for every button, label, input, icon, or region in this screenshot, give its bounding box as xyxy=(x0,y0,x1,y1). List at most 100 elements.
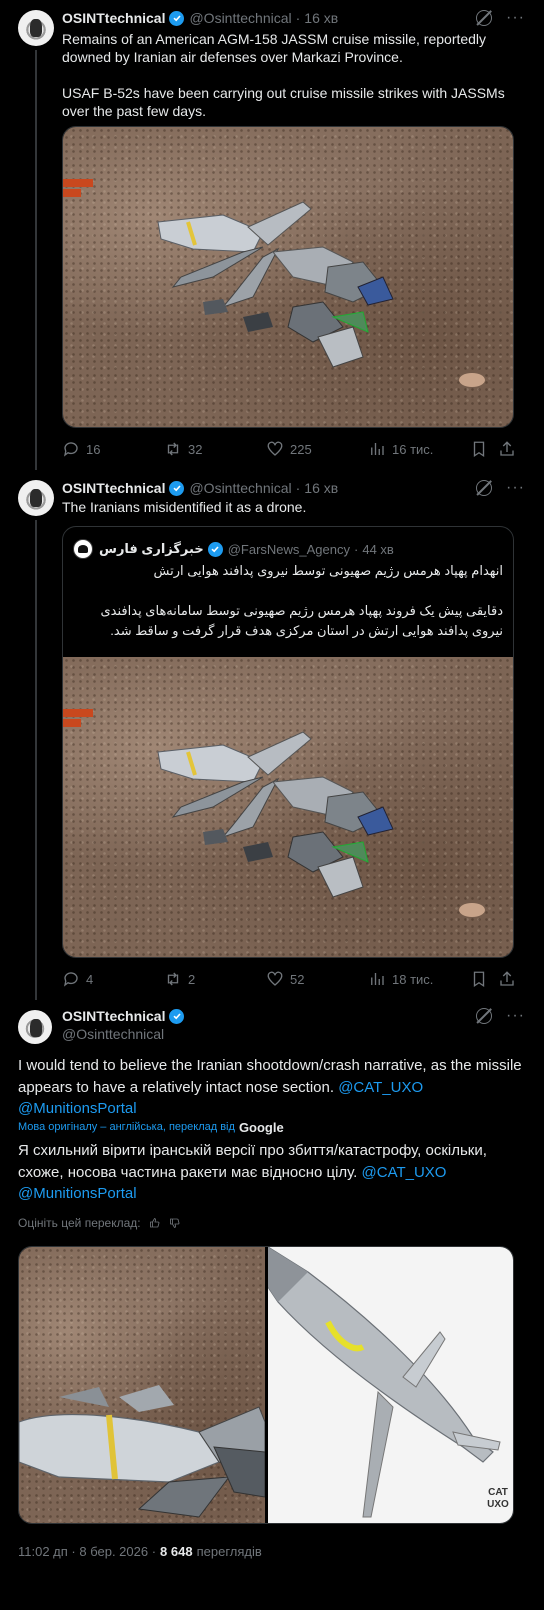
avatar[interactable] xyxy=(18,480,54,516)
tweet-actions: 16 32 225 16 тис. xyxy=(62,440,524,460)
missile-wreckage xyxy=(157,731,394,898)
tweet-footer: 11:02 дп · 8 бер. 2026 · 8 648 перегляді… xyxy=(18,1542,262,1560)
more-options-icon[interactable]: ··· xyxy=(506,10,524,26)
tweet-3: OSINTtechnical @Osinttechnical ··· I wou… xyxy=(0,1000,544,1610)
footer-views-count: 8 648 xyxy=(160,1543,193,1559)
quoted-photo xyxy=(63,657,513,957)
verified-badge-icon xyxy=(207,541,223,557)
verified-badge-icon xyxy=(169,1008,185,1024)
thread-line xyxy=(35,520,37,1000)
thumbs-up-icon[interactable] xyxy=(149,1217,161,1229)
repost-count: 32 xyxy=(188,441,203,457)
quoted-handle: @FarsNews_Agency xyxy=(227,541,350,557)
tweet-2[interactable]: OSINTtechnical @Osinttechnical · 16 хв ·… xyxy=(0,470,544,1000)
repost-icon xyxy=(167,442,179,456)
bookmark-icon xyxy=(473,441,485,458)
like-count: 52 xyxy=(290,971,305,987)
tweet-header: OSINTtechnical xyxy=(62,1006,189,1026)
missile-wreckage xyxy=(157,201,394,368)
heart-icon xyxy=(267,971,283,986)
reply-button[interactable]: 16 xyxy=(62,440,100,458)
repost-button[interactable]: 32 xyxy=(164,440,202,458)
more-options-icon[interactable]: ··· xyxy=(506,480,524,496)
separator-dot: · xyxy=(354,541,359,557)
heart-icon xyxy=(267,441,283,456)
verified-badge-icon xyxy=(169,480,185,496)
grok-icon[interactable] xyxy=(476,480,492,496)
like-button[interactable]: 52 xyxy=(266,970,304,988)
translation-note[interactable]: Мова оригіналу – англійська, переклад ві… xyxy=(18,1119,284,1135)
tweet-photo[interactable] xyxy=(62,126,514,428)
repost-count: 2 xyxy=(188,971,196,987)
tweet-text: I would tend to believe the Iranian shoo… xyxy=(18,1055,528,1120)
verified-badge-icon xyxy=(169,10,185,26)
author-name[interactable]: OSINTtechnical xyxy=(62,1008,165,1024)
tweet-header: OSINTtechnical @Osinttechnical · 16 хв xyxy=(62,8,338,28)
quoted-avatar xyxy=(73,539,93,559)
share-button[interactable] xyxy=(498,970,516,988)
cat-uxo-watermark: CAT UXO xyxy=(487,1487,509,1510)
thread-line xyxy=(35,50,37,470)
separator-dot: · xyxy=(295,10,301,26)
translation-note-text: Мова оригіналу – англійська, переклад ві… xyxy=(18,1121,235,1133)
quoted-text-line1: انهدام پهپاد هرمس رژیم صهیونی توسط نیروی… xyxy=(153,563,503,578)
thumbs-down-icon[interactable] xyxy=(169,1217,181,1229)
mention-link[interactable]: @CAT_UXO xyxy=(362,1164,447,1181)
tweet-1[interactable]: OSINTtechnical @Osinttechnical · 16 хв ·… xyxy=(0,0,544,470)
tweet-text-line: Remains of an American AGM-158 JASSM cru… xyxy=(62,31,487,65)
author-name[interactable]: OSINTtechnical xyxy=(62,480,165,496)
share-button[interactable] xyxy=(498,440,516,458)
tweet-text-line: USAF B-52s have been carrying out cruise… xyxy=(62,85,505,119)
bookmark-button[interactable] xyxy=(470,440,488,458)
bookmark-button[interactable] xyxy=(470,970,488,988)
jassm-render xyxy=(268,1247,501,1518)
tweet-header: OSINTtechnical @Osinttechnical · 16 хв xyxy=(62,478,338,498)
grok-icon[interactable] xyxy=(476,1008,492,1024)
google-logo: Google xyxy=(238,1119,284,1135)
avatar[interactable] xyxy=(18,10,54,46)
separator-dot: · xyxy=(295,480,301,496)
author-handle[interactable]: @Osinttechnical xyxy=(189,480,291,496)
views-button[interactable]: 16 тис. xyxy=(368,440,433,458)
author-handle[interactable]: @Osinttechnical xyxy=(62,1026,164,1042)
reply-button[interactable]: 4 xyxy=(62,970,93,988)
tweet-time[interactable]: 16 хв xyxy=(304,10,338,26)
gallery-photo-2[interactable]: CAT UXO xyxy=(268,1247,513,1523)
mention-link[interactable]: @MunitionsPortal xyxy=(18,1100,137,1117)
footer-timestamp[interactable]: 11:02 дп · 8 бер. 2026 · xyxy=(18,1544,156,1559)
author-name[interactable]: OSINTtechnical xyxy=(62,10,165,26)
avatar[interactable] xyxy=(18,1010,52,1044)
share-icon xyxy=(500,971,514,986)
share-icon xyxy=(500,441,514,456)
repost-button[interactable]: 2 xyxy=(164,970,195,988)
mention-link[interactable]: @CAT_UXO xyxy=(338,1079,423,1096)
mention-link[interactable]: @MunitionsPortal xyxy=(18,1185,137,1202)
views-button[interactable]: 18 тис. xyxy=(368,970,433,988)
footer-views-label: переглядів xyxy=(196,1543,262,1559)
like-count: 225 xyxy=(290,441,312,457)
tweet-text-body: I would tend to believe the Iranian shoo… xyxy=(18,1057,522,1096)
views-count: 18 тис. xyxy=(392,971,434,987)
more-options-icon[interactable]: ··· xyxy=(506,1008,524,1024)
media-gallery: CAT UXO xyxy=(18,1246,514,1524)
quoted-tweet[interactable]: خبرگزاری فارس @FarsNews_Agency · 44 хв ا… xyxy=(62,526,514,958)
quoted-time: 44 хв xyxy=(362,541,394,557)
views-count: 16 тис. xyxy=(392,441,434,457)
tweet-time[interactable]: 16 хв xyxy=(304,480,338,496)
tweet-text: The Iranians misidentified it as a drone… xyxy=(62,499,307,515)
bookmark-icon xyxy=(473,971,485,988)
author-handle[interactable]: @Osinttechnical xyxy=(189,10,291,26)
views-icon xyxy=(371,443,384,455)
grok-icon[interactable] xyxy=(476,10,492,26)
quoted-author-name: خبرگزاری فارس xyxy=(99,541,204,556)
like-button[interactable]: 225 xyxy=(266,440,312,458)
gallery-photo-1[interactable] xyxy=(19,1247,265,1523)
reply-icon xyxy=(63,972,78,987)
reply-count: 4 xyxy=(86,971,94,987)
reply-count: 16 xyxy=(86,441,101,457)
reply-icon xyxy=(63,442,78,457)
tweet-subheader: @Osinttechnical xyxy=(62,1024,164,1044)
quoted-header: خبرگزاری فارس @FarsNews_Agency · 44 хв xyxy=(99,539,394,559)
tweet-actions: 4 2 52 18 тис. xyxy=(62,970,524,990)
repost-icon xyxy=(167,972,179,986)
